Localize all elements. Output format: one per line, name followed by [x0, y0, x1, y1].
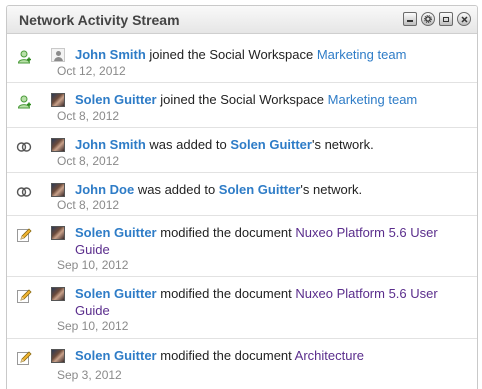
- actor-link[interactable]: Solen Guitter: [75, 92, 157, 107]
- actor-link[interactable]: Solen Guitter: [75, 286, 157, 301]
- activity-text: Solen Guitter modified the document Nuxe…: [75, 224, 459, 258]
- activity-verb: joined the Social Workspace: [145, 47, 317, 62]
- activity-text: John Smith joined the Social Workspace M…: [75, 46, 459, 63]
- avatar[interactable]: [51, 138, 65, 152]
- activity-date: Oct 8, 2012: [57, 154, 120, 168]
- settings-icon[interactable]: [421, 12, 435, 26]
- activity-item: Solen Guitter modified the document Arch…: [7, 339, 477, 389]
- close-icon[interactable]: [457, 12, 471, 26]
- object-link[interactable]: Solen Guitter: [230, 137, 312, 152]
- widget-title: Network Activity Stream: [19, 12, 180, 28]
- activity-item: Solen Guitter joined the Social Workspac…: [7, 83, 477, 128]
- avatar[interactable]: [51, 349, 65, 363]
- edit-pencil-icon: [16, 350, 32, 366]
- activity-text: Solen Guitter modified the document Nuxe…: [75, 285, 459, 319]
- activity-item: Solen Guitter modified the document Nuxe…: [7, 216, 477, 277]
- user-add-icon: [16, 94, 32, 110]
- edit-pencil-icon: [16, 227, 32, 243]
- activity-date: Sep 3, 2012: [57, 368, 122, 382]
- avatar[interactable]: [51, 93, 65, 107]
- network-icon: [16, 184, 32, 200]
- activity-date: Sep 10, 2012: [57, 319, 129, 333]
- document-link[interactable]: Architecture: [295, 348, 364, 363]
- network-activity-widget: Network Activity Stream John Smith joine…: [6, 5, 478, 389]
- avatar[interactable]: [51, 48, 65, 62]
- widget-header: Network Activity Stream: [7, 6, 477, 34]
- activity-suffix: 's network.: [300, 182, 363, 197]
- avatar[interactable]: [51, 183, 65, 197]
- activity-verb: modified the document: [156, 286, 296, 301]
- activity-item: John Smith joined the Social Workspace M…: [7, 34, 477, 83]
- actor-link[interactable]: John Smith: [75, 47, 146, 62]
- activity-verb: was added to: [145, 137, 231, 152]
- activity-item: Solen Guitter modified the document Nuxe…: [7, 277, 477, 339]
- activity-suffix: 's network.: [311, 137, 374, 152]
- activity-verb: was added to: [134, 182, 219, 197]
- activity-text: John Smith was added to Solen Guitter's …: [75, 136, 459, 153]
- activity-date: Oct 8, 2012: [57, 198, 120, 212]
- activity-date: Sep 10, 2012: [57, 258, 129, 272]
- activity-verb: modified the document: [156, 348, 295, 363]
- object-link[interactable]: Marketing team: [328, 92, 418, 107]
- object-link[interactable]: Marketing team: [317, 47, 407, 62]
- activity-item: John Doe was added to Solen Guitter's ne…: [7, 173, 477, 216]
- actor-link[interactable]: John Smith: [75, 137, 146, 152]
- activity-date: Oct 12, 2012: [57, 64, 126, 78]
- user-add-icon: [16, 49, 32, 65]
- avatar[interactable]: [51, 226, 65, 240]
- activity-text: Solen Guitter joined the Social Workspac…: [75, 91, 459, 108]
- activity-date: Oct 8, 2012: [57, 109, 120, 123]
- avatar[interactable]: [51, 287, 65, 301]
- header-tools: [403, 12, 471, 26]
- edit-pencil-icon: [16, 288, 32, 304]
- activity-item: John Smith was added to Solen Guitter's …: [7, 128, 477, 173]
- object-link[interactable]: Solen Guitter: [219, 182, 301, 197]
- actor-link[interactable]: Solen Guitter: [75, 348, 157, 363]
- minimize-icon[interactable]: [403, 12, 417, 26]
- actor-link[interactable]: Solen Guitter: [75, 225, 157, 240]
- actor-link[interactable]: John Doe: [75, 182, 134, 197]
- activity-verb: joined the Social Workspace: [156, 92, 328, 107]
- maximize-icon[interactable]: [439, 12, 453, 26]
- network-icon: [16, 139, 32, 155]
- activity-verb: modified the document: [156, 225, 296, 240]
- activity-text: Solen Guitter modified the document Arch…: [75, 347, 459, 364]
- activity-text: John Doe was added to Solen Guitter's ne…: [75, 181, 459, 198]
- activity-stream-list: John Smith joined the Social Workspace M…: [7, 34, 477, 389]
